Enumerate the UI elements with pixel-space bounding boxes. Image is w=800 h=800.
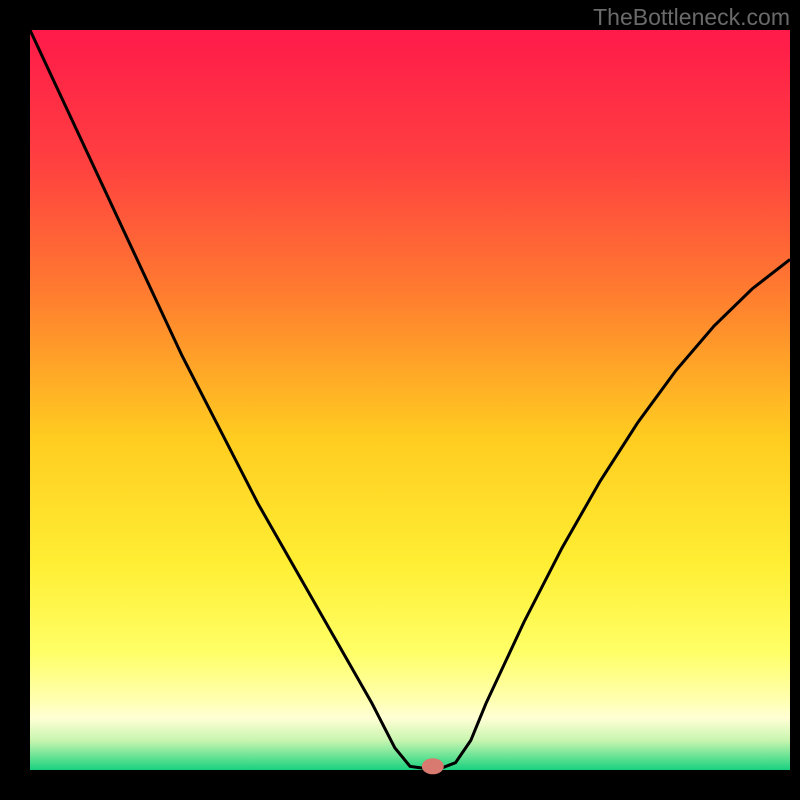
chart-background (30, 30, 790, 770)
chart-container: TheBottleneck.com (0, 0, 800, 800)
optimal-point-marker (422, 758, 444, 774)
watermark-text: TheBottleneck.com (593, 4, 790, 31)
bottleneck-chart (0, 0, 800, 800)
